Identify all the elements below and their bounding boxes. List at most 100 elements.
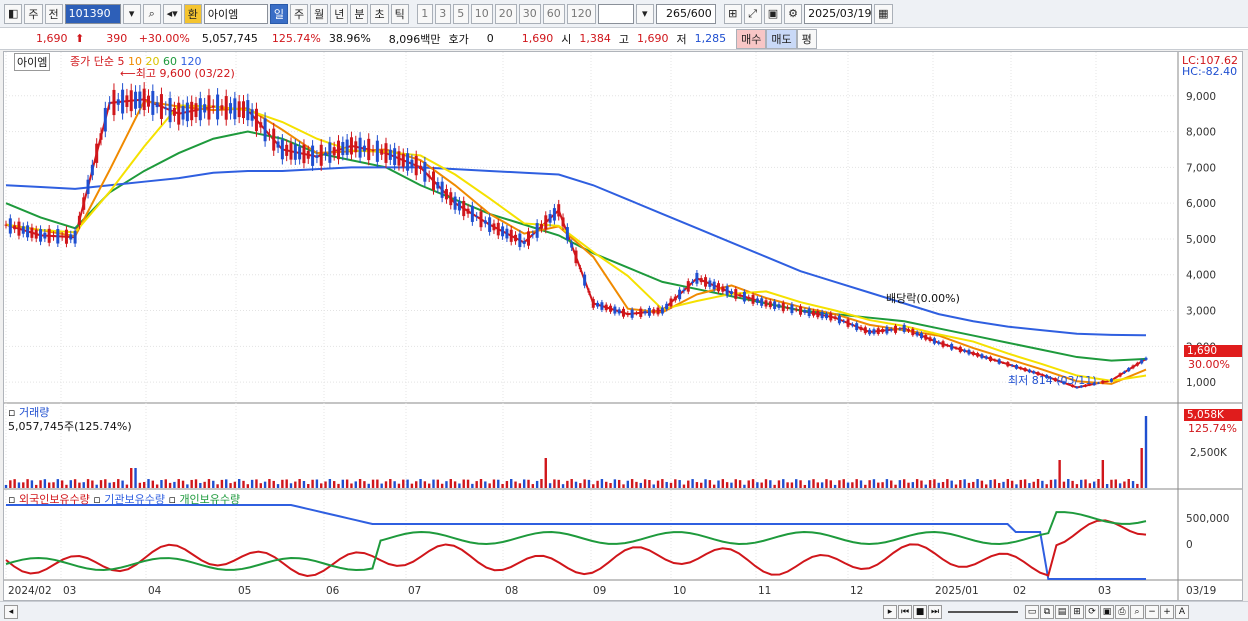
interval-1[interactable]: 1 [416, 3, 433, 24]
interval-120[interactable]: 120 [566, 3, 596, 24]
chart-area[interactable]: 9,0008,0007,0006,0005,0004,0003,0002,000… [3, 51, 1243, 601]
candle-body [971, 351, 975, 356]
stock-code-input[interactable]: 101390 [64, 3, 121, 24]
rewind-icon[interactable]: ⏮ [898, 604, 912, 619]
volume-bar [669, 482, 673, 488]
fast-forward-icon[interactable]: ⏭ [928, 604, 942, 619]
volume-bar [445, 481, 448, 488]
volume-bar [993, 479, 997, 488]
copy-icon[interactable]: ⧉ [1040, 604, 1054, 619]
calendar-icon[interactable]: ▦ [874, 3, 893, 24]
candle-body [393, 148, 397, 166]
volume-bar [82, 482, 85, 488]
eval-button[interactable]: 평 [796, 28, 817, 49]
chevron-down-icon[interactable]: ▾ [122, 3, 141, 24]
tab-second[interactable]: 초 [370, 3, 389, 24]
volume-bar [39, 480, 42, 488]
candle-body [229, 103, 233, 114]
volume-bar [285, 479, 288, 488]
chevron-down-icon[interactable]: ▾ [635, 3, 654, 24]
chart-svg[interactable]: 9,0008,0007,0006,0005,0004,0003,0002,000… [4, 52, 1242, 600]
sell-button[interactable]: 매도 [766, 28, 797, 49]
save-icon[interactable]: ▣ [1100, 604, 1114, 619]
candle-body [747, 296, 751, 300]
candle-body [522, 241, 526, 244]
search-icon[interactable]: ⌕ [142, 3, 161, 24]
interval-30[interactable]: 30 [518, 3, 541, 24]
tab-month[interactable]: 월 [310, 3, 329, 24]
layout-icon[interactable]: ▭ [1025, 604, 1039, 619]
draw-tool-icon[interactable]: ⤢ [743, 3, 762, 24]
scroll-left-icon[interactable]: ◂ [4, 604, 18, 619]
currency-button[interactable]: 환 [183, 3, 202, 24]
date-input[interactable]: 2025/03/19 [804, 3, 873, 24]
tab-tick[interactable]: 틱 [390, 3, 409, 24]
zoom-slider[interactable] [948, 610, 1018, 613]
y-tick-label: 7,000 [1186, 162, 1216, 174]
volume-bar [825, 479, 828, 488]
volume-bar [928, 480, 932, 488]
candle-body [734, 289, 738, 299]
volume-tag: 5,058K [1184, 409, 1242, 421]
volume-bar [358, 479, 362, 488]
volume-bar [687, 480, 690, 488]
prev-button[interactable]: 전 [44, 3, 63, 24]
tab-year[interactable]: 년 [330, 3, 349, 24]
minus-icon[interactable]: − [1145, 604, 1159, 619]
tab-week[interactable]: 주 [289, 3, 309, 24]
volume-bar [1010, 480, 1014, 488]
copy-icon[interactable]: ▣ [763, 3, 783, 24]
interval-5[interactable]: 5 [452, 3, 469, 24]
stock-name-input[interactable]: 아이엠 [203, 3, 268, 24]
volume-bar [782, 479, 785, 488]
x-tick-label: 05 [238, 585, 251, 597]
print-icon[interactable]: ⎙ [1115, 604, 1129, 619]
scroll-track[interactable] [18, 606, 882, 618]
volume-bar [406, 479, 409, 488]
custom-interval-input[interactable] [597, 3, 634, 24]
volume-bar [751, 479, 755, 488]
gear-icon[interactable]: ⚙ [784, 3, 803, 24]
period-select[interactable]: 주 [24, 3, 43, 24]
search-icon[interactable]: ⌕ [1130, 604, 1144, 619]
volume-bar [281, 479, 284, 488]
interval-3[interactable]: 3 [434, 3, 451, 24]
count-input[interactable]: 265/600 [655, 3, 716, 24]
volume-bar [130, 468, 133, 488]
candle-body [56, 228, 60, 244]
volume-bar [181, 480, 185, 488]
interval-20[interactable]: 20 [494, 3, 517, 24]
volume-bar [462, 479, 465, 488]
grid-icon[interactable]: ⊞ [1070, 604, 1084, 619]
candle-body [911, 328, 915, 336]
window-icon[interactable]: ▤ [1055, 604, 1069, 619]
candle-body [332, 147, 336, 156]
candle-body [233, 98, 237, 120]
scroll-right-icon[interactable]: ▸ [883, 604, 897, 619]
volume-bar [799, 480, 802, 488]
candle-body [306, 150, 310, 159]
candle-body [319, 144, 323, 166]
chart-tool-icon[interactable]: ⊞ [723, 3, 742, 24]
window-icon[interactable]: ◧ [4, 3, 23, 24]
plus-icon[interactable]: + [1160, 604, 1174, 619]
volume-bar [30, 480, 34, 488]
low-value: 1,285 [694, 32, 727, 45]
font-icon[interactable]: A [1175, 604, 1189, 619]
tab-day[interactable]: 일 [269, 3, 288, 24]
buy-button[interactable]: 매수 [736, 28, 767, 49]
candle-body [842, 321, 846, 323]
tab-minute[interactable]: 분 [350, 3, 369, 24]
candle-body [954, 347, 958, 349]
stop-icon[interactable]: ■ [913, 604, 927, 619]
sync-icon[interactable]: ⟳ [1085, 604, 1099, 619]
candle-body [1105, 381, 1109, 383]
x-tick-label: 12 [850, 585, 863, 597]
interval-10[interactable]: 10 [470, 3, 493, 24]
bottom-scrollbar[interactable]: ◂ ▸ ⏮ ■ ⏭ ▭ ⧉ ▤ ⊞ ⟳ ▣ ⎙ ⌕ − + A [0, 601, 1248, 621]
interval-60[interactable]: 60 [542, 3, 565, 24]
current-price-tag: 1,690 [1184, 345, 1242, 357]
speaker-icon[interactable]: ◂▾ [162, 3, 182, 24]
x-tick-label: 09 [593, 585, 606, 597]
candle-body [449, 192, 453, 206]
